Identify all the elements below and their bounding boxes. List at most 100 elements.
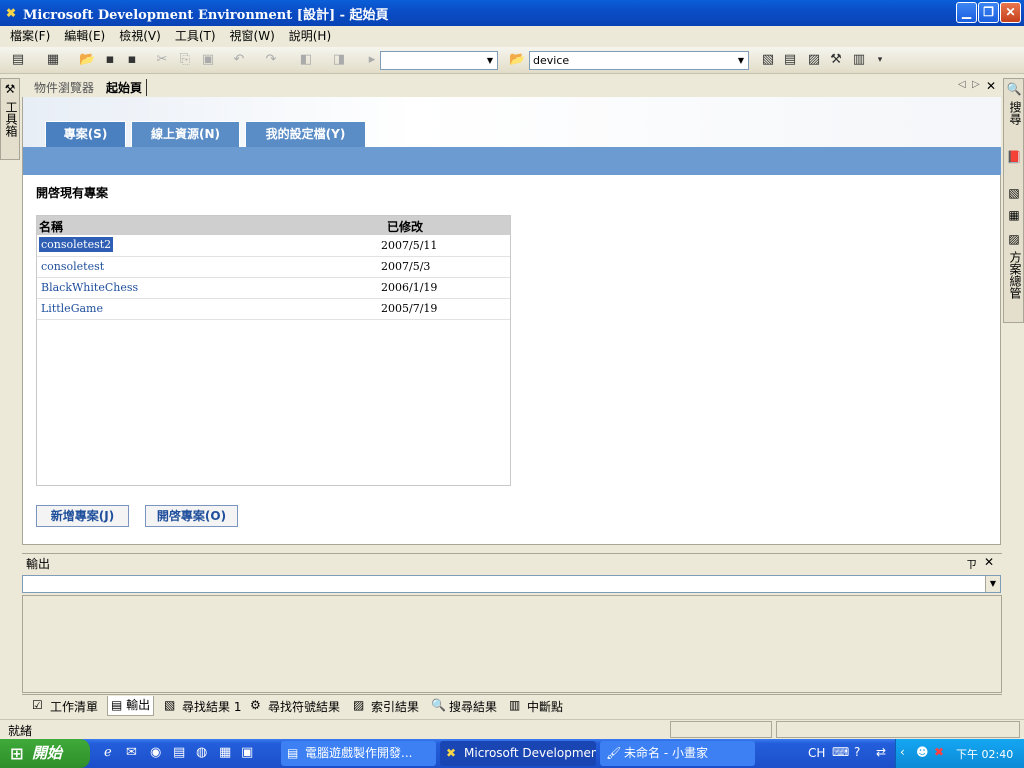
column-modified[interactable]: 已修改: [387, 218, 423, 235]
solution-explorer-tab[interactable]: 方案總管: [1007, 251, 1024, 299]
book-icon[interactable]: 📕: [1006, 149, 1022, 165]
tab-output[interactable]: ▤ 輸出: [107, 696, 155, 716]
solution-explorer-icon[interactable]: ▧: [760, 52, 776, 68]
save-all-icon[interactable]: ▪: [124, 52, 140, 68]
tab-my-profile[interactable]: 我的設定檔(Y): [245, 121, 366, 147]
add-item-icon[interactable]: ▦: [45, 52, 61, 68]
task-button-game-dev[interactable]: ▤ 電腦遊戲製作開發...: [281, 741, 436, 766]
menu-edit[interactable]: 編輯(E): [57, 26, 112, 47]
project-name[interactable]: LittleGame: [41, 302, 103, 315]
device-combo-value: device: [533, 54, 570, 67]
find-results-icon: ▧: [164, 698, 176, 712]
app-quicklaunch-icon-2[interactable]: ▦: [219, 745, 231, 760]
solution-explorer-icon[interactable]: ▨: [1006, 231, 1022, 247]
solution-config-combo[interactable]: ▼: [380, 51, 498, 70]
system-tray: ‹ ☻ ✖ 下午 02:40: [895, 739, 1024, 768]
resource-view-icon[interactable]: ▦: [1006, 207, 1022, 223]
project-name[interactable]: consoletest2: [39, 237, 114, 252]
chevron-down-icon[interactable]: ▼: [734, 52, 748, 69]
table-row[interactable]: BlackWhiteChess 2006/1/19: [37, 278, 510, 299]
show-desktop-icon[interactable]: ▣: [241, 745, 253, 760]
tab-task-list[interactable]: 工作清單: [50, 698, 98, 715]
menu-window[interactable]: 視窗(W): [223, 26, 282, 47]
document-icon[interactable]: ▤: [173, 745, 185, 760]
windows-logo-icon: ⊞: [10, 744, 24, 763]
start-button[interactable]: ⊞ 開始: [0, 739, 90, 768]
menu-tools[interactable]: 工具(T): [168, 26, 223, 47]
object-browser-icon[interactable]: ▨: [806, 52, 822, 68]
chevron-down-icon[interactable]: ▼: [985, 576, 1000, 592]
tab-index-results[interactable]: 索引結果: [371, 698, 419, 715]
new-project-icon[interactable]: ▤: [10, 52, 26, 68]
new-project-button[interactable]: 新增專案(J): [36, 505, 129, 527]
project-name[interactable]: consoletest: [41, 260, 104, 273]
table-row[interactable]: consoletest2 2007/5/11: [37, 236, 510, 257]
tab-search-results[interactable]: 搜尋結果: [449, 698, 497, 715]
chevron-down-icon[interactable]: ▼: [483, 52, 497, 69]
save-icon[interactable]: ▪: [102, 52, 118, 68]
find-in-files-icon[interactable]: 📂: [509, 52, 525, 68]
column-name[interactable]: 名稱: [39, 218, 63, 235]
tab-object-browser[interactable]: 物件瀏覽器: [34, 79, 94, 96]
cut-icon[interactable]: ✂: [154, 52, 170, 68]
outlook-icon[interactable]: ✉: [126, 745, 137, 760]
search-panel-tab[interactable]: 搜尋: [1007, 101, 1024, 125]
navigate-forward-icon[interactable]: ◨: [331, 52, 347, 68]
device-combo[interactable]: device ▼: [529, 51, 749, 70]
toolbox-icon[interactable]: ⚒: [828, 52, 844, 68]
app-quicklaunch-icon[interactable]: ◍: [196, 745, 207, 760]
tab-projects[interactable]: 專案(S): [45, 121, 126, 147]
project-date: 2007/5/3: [381, 260, 431, 273]
project-name[interactable]: BlackWhiteChess: [41, 281, 138, 294]
open-file-icon[interactable]: 📂: [79, 52, 95, 68]
menu-help[interactable]: 說明(H): [282, 26, 338, 47]
scroll-right-icon[interactable]: ▷: [972, 79, 980, 90]
breakpoints-icon: ▥: [509, 698, 521, 712]
tab-find-symbol-results[interactable]: 尋找符號結果: [268, 698, 340, 715]
toolbox-strip[interactable]: ⚒ 工具箱: [0, 78, 20, 160]
tab-start-page[interactable]: 起始頁: [106, 79, 148, 96]
output-source-combo[interactable]: ▼: [22, 575, 1001, 593]
ime-icon[interactable]: ⇄: [876, 745, 886, 759]
pin-icon[interactable]: ㄗ: [966, 556, 977, 572]
start-icon[interactable]: ▸: [364, 52, 380, 68]
tab-online-resources[interactable]: 線上資源(N): [131, 121, 240, 147]
close-icon[interactable]: ✕: [984, 555, 994, 569]
properties-icon[interactable]: ▤: [782, 52, 798, 68]
toolbar-options-icon[interactable]: ▾: [872, 52, 888, 68]
task-button-paint[interactable]: 🖌 未命名 - 小畫家: [600, 741, 755, 766]
window-title: Microsoft Development Environment [設計] -…: [23, 7, 389, 23]
scroll-left-icon[interactable]: ◁: [958, 79, 966, 90]
media-icon[interactable]: ◉: [150, 745, 161, 760]
minimize-button[interactable]: ▁: [956, 2, 977, 23]
table-row[interactable]: LittleGame 2005/7/19: [37, 299, 510, 320]
paste-icon[interactable]: ▣: [200, 52, 216, 68]
tab-breakpoints[interactable]: 中斷點: [527, 698, 563, 715]
close-document-icon[interactable]: ✕: [986, 79, 996, 93]
antivirus-icon[interactable]: ✖: [934, 745, 944, 759]
class-view-icon[interactable]: ▧: [1006, 185, 1022, 201]
table-row[interactable]: consoletest 2007/5/3: [37, 257, 510, 278]
output-title: 輸出: [26, 557, 51, 571]
tray-expand-icon[interactable]: ‹: [900, 745, 905, 759]
messenger-icon[interactable]: ☻: [916, 745, 929, 759]
menu-view[interactable]: 檢視(V): [112, 26, 168, 47]
output-text-area[interactable]: [22, 595, 1002, 693]
ie-icon[interactable]: ℯ: [104, 745, 112, 760]
close-button[interactable]: ✕: [1000, 2, 1021, 23]
navigate-back-icon[interactable]: ◧: [298, 52, 314, 68]
copy-icon[interactable]: ⎘: [177, 52, 193, 68]
language-indicator[interactable]: CH: [808, 746, 825, 760]
help-icon[interactable]: ?: [854, 745, 860, 759]
keyboard-icon[interactable]: ⌨: [832, 745, 849, 759]
tab-find-results-1[interactable]: 尋找結果 1: [182, 698, 241, 715]
search-icon[interactable]: 🔍: [1006, 81, 1022, 97]
open-project-button[interactable]: 開啓專案(O): [145, 505, 238, 527]
command-window-icon[interactable]: ▥: [851, 52, 867, 68]
restore-button[interactable]: ❐: [978, 2, 999, 23]
redo-icon[interactable]: ↷: [263, 52, 279, 68]
task-button-devenv[interactable]: ✖ Microsoft Developmen...: [440, 741, 596, 766]
menu-file[interactable]: 檔案(F): [3, 26, 57, 47]
tab-strip-bar: [23, 147, 1001, 175]
undo-icon[interactable]: ↶: [231, 52, 247, 68]
